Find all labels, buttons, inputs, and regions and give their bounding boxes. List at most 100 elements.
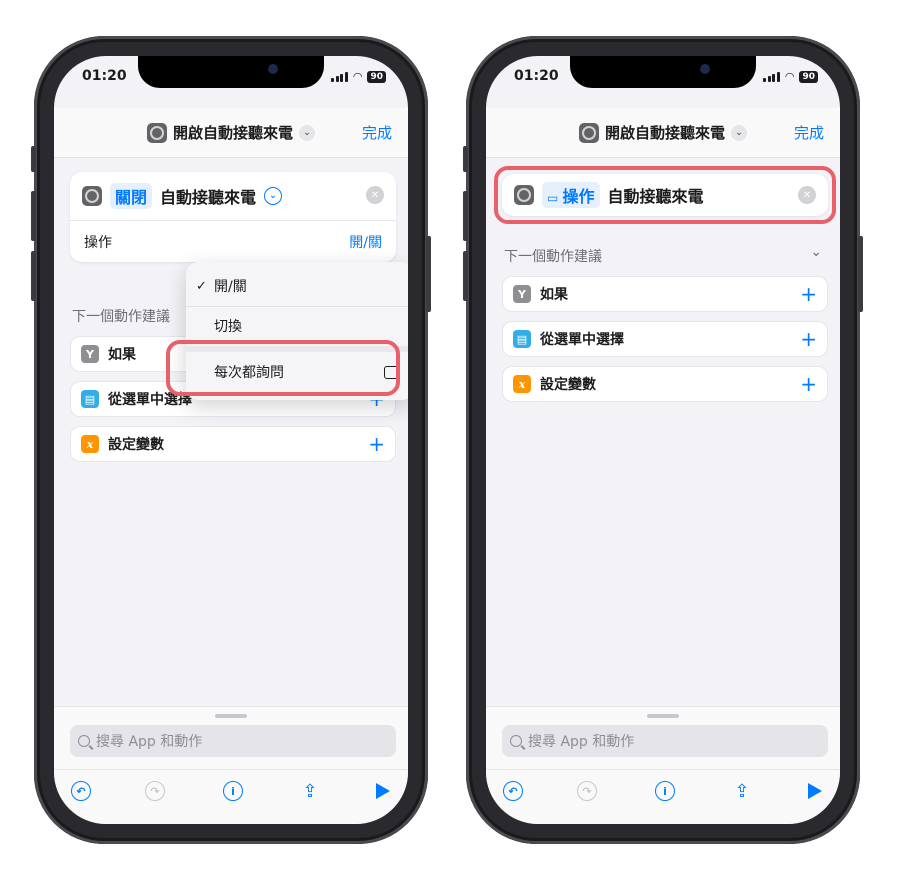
play-icon xyxy=(808,783,822,799)
shortcut-title[interactable]: 開啟自動接聽來電 ⌄ xyxy=(486,122,840,143)
share-button[interactable]: ⇪ xyxy=(731,780,753,802)
param-label: 操作 xyxy=(84,234,112,251)
redo-button[interactable]: ↷ xyxy=(576,780,598,802)
info-button[interactable]: i xyxy=(222,780,244,802)
menu-item-label: 切換 xyxy=(214,319,242,335)
suggestion-if[interactable]: Y 如果 + xyxy=(502,276,828,312)
suggestion-label: 如果 xyxy=(540,287,568,303)
menu-icon: ▤ xyxy=(513,330,531,348)
shortcut-title[interactable]: 開啟自動接聽來電 ⌄ xyxy=(54,122,408,143)
sheet-grabber[interactable] xyxy=(647,714,679,718)
settings-app-icon xyxy=(578,122,599,143)
expand-chevron-icon[interactable]: ⌄ xyxy=(264,187,283,205)
suggestion-set-variable[interactable]: x 設定變數 + xyxy=(502,366,828,402)
shortcut-title-text: 開啟自動接聽來電 xyxy=(604,124,725,142)
remove-action-icon[interactable]: ✕ xyxy=(366,186,384,204)
highlight-box xyxy=(166,340,400,396)
run-button[interactable] xyxy=(804,780,826,802)
search-icon xyxy=(78,735,90,747)
wifi-icon: ◠ xyxy=(784,70,795,83)
action-card: 關閉 自動接聽來電 ⌄ ✕ 操作 開/關 xyxy=(70,172,396,262)
chevron-down-icon: ⌄ xyxy=(731,124,747,141)
highlight-box xyxy=(494,166,836,224)
redo-icon: ↷ xyxy=(577,781,597,801)
plus-icon[interactable]: + xyxy=(368,432,385,456)
redo-icon: ↷ xyxy=(145,781,165,801)
checkmark-icon: ✓ xyxy=(196,278,207,294)
chevron-down-icon: ⌄ xyxy=(810,244,822,260)
screen-right: 01:20 ◠ 90 開啟自動接聽來電 ⌄ 完成 ▭ 操作 自動接聽來電 ✕ 下… xyxy=(486,56,840,824)
signal-icon xyxy=(331,71,348,82)
fork-icon: Y xyxy=(81,345,99,363)
shortcut-title-text: 開啟自動接聽來電 xyxy=(172,124,293,142)
menu-item-toggle[interactable]: ✓ 開/關 xyxy=(186,266,408,306)
undo-icon: ↶ xyxy=(71,781,91,801)
redo-button[interactable]: ↷ xyxy=(144,780,166,802)
suggestion-set-variable[interactable]: x 設定變數 + xyxy=(70,426,396,462)
info-icon: i xyxy=(223,781,243,801)
fork-icon: Y xyxy=(513,285,531,303)
toggle-token[interactable]: 關閉 xyxy=(110,183,153,209)
status-time: 01:20 xyxy=(514,68,559,84)
search-field[interactable]: 搜尋 App 和動作 xyxy=(502,725,828,757)
bottom-panel: 搜尋 App 和動作 ↶ ↷ i ⇪ xyxy=(54,706,408,824)
camera-icon xyxy=(268,64,278,74)
battery-icon: 90 xyxy=(799,70,818,83)
status-icons: ◠ 90 xyxy=(331,70,386,83)
done-button[interactable]: 完成 xyxy=(794,122,824,143)
done-button[interactable]: 完成 xyxy=(362,122,392,143)
action-text: 自動接聽來電 xyxy=(160,188,257,207)
wifi-icon: ◠ xyxy=(352,70,363,83)
settings-app-icon xyxy=(82,186,102,206)
undo-button[interactable]: ↶ xyxy=(70,780,92,802)
undo-button[interactable]: ↶ xyxy=(502,780,524,802)
info-button[interactable]: i xyxy=(654,780,676,802)
search-icon xyxy=(510,735,522,747)
screen-left: 01:20 ◠ 90 開啟自動接聽來電 ⌄ 完成 關閉 自動接聽來電 ⌄ ✕ 操… xyxy=(54,56,408,824)
suggestion-label: 如果 xyxy=(108,347,136,363)
menu-item-label: 開/關 xyxy=(214,279,247,295)
battery-icon: 90 xyxy=(367,70,386,83)
search-placeholder: 搜尋 App 和動作 xyxy=(528,734,635,750)
info-icon: i xyxy=(655,781,675,801)
phone-left: 01:20 ◠ 90 開啟自動接聽來電 ⌄ 完成 關閉 自動接聽來電 ⌄ ✕ 操… xyxy=(31,36,431,844)
chevron-down-icon: ⌄ xyxy=(299,124,315,141)
sheet-grabber[interactable] xyxy=(215,714,247,718)
share-icon: ⇪ xyxy=(302,780,318,802)
signal-icon xyxy=(763,71,780,82)
toolbar: ↶ ↷ i ⇪ xyxy=(54,769,408,802)
menu-icon: ▤ xyxy=(81,390,99,408)
suggestion-label: 設定變數 xyxy=(540,377,596,393)
share-button[interactable]: ⇪ xyxy=(299,780,321,802)
undo-icon: ↶ xyxy=(503,781,523,801)
phone-right: 01:20 ◠ 90 開啟自動接聽來電 ⌄ 完成 ▭ 操作 自動接聽來電 ✕ 下… xyxy=(463,36,863,844)
toolbar: ↶ ↷ i ⇪ xyxy=(486,769,840,802)
share-icon: ⇪ xyxy=(734,780,750,802)
search-field[interactable]: 搜尋 App 和動作 xyxy=(70,725,396,757)
suggestion-label: 從選單中選擇 xyxy=(540,332,624,348)
suggestion-label: 設定變數 xyxy=(108,437,164,453)
play-icon xyxy=(376,783,390,799)
notch xyxy=(138,56,324,88)
status-time: 01:20 xyxy=(82,68,127,84)
plus-icon[interactable]: + xyxy=(800,282,817,306)
search-placeholder: 搜尋 App 和動作 xyxy=(96,734,203,750)
settings-app-icon xyxy=(146,122,167,143)
param-value[interactable]: 開/關 xyxy=(349,232,382,252)
run-button[interactable] xyxy=(372,780,394,802)
plus-icon[interactable]: + xyxy=(800,327,817,351)
section-title-text: 下一個動作建議 xyxy=(504,249,602,265)
param-row[interactable]: 操作 開/關 xyxy=(70,220,396,262)
variable-icon: x xyxy=(81,435,99,453)
suggestion-choose-menu[interactable]: ▤ 從選單中選擇 + xyxy=(502,321,828,357)
section-title: 下一個動作建議 xyxy=(72,309,170,325)
status-icons: ◠ 90 xyxy=(763,70,818,83)
notch xyxy=(570,56,756,88)
camera-icon xyxy=(700,64,710,74)
variable-icon: x xyxy=(513,375,531,393)
nav-header: 開啟自動接聽來電 ⌄ 完成 xyxy=(54,108,408,158)
bottom-panel: 搜尋 App 和動作 ↶ ↷ i ⇪ xyxy=(486,706,840,824)
section-title[interactable]: 下一個動作建議 ⌄ xyxy=(504,244,822,266)
nav-header: 開啟自動接聽來電 ⌄ 完成 xyxy=(486,108,840,158)
plus-icon[interactable]: + xyxy=(800,372,817,396)
